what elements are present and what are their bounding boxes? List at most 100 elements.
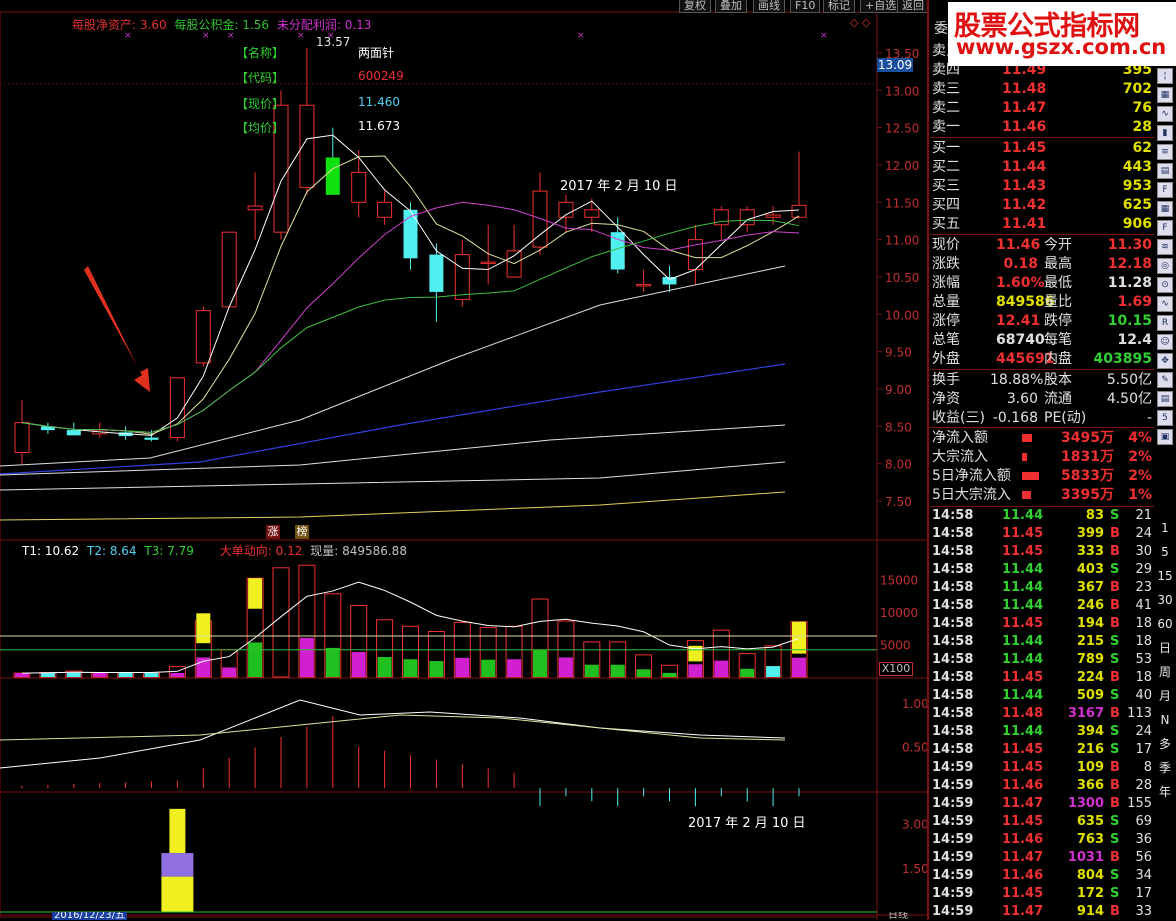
- move-icon[interactable]: ✥: [1157, 353, 1173, 369]
- trade-time: 14:58: [932, 742, 974, 757]
- trade-row[interactable]: 14:59 11.45 172 S 17: [930, 885, 1154, 903]
- lines-icon[interactable]: ≋: [1157, 239, 1173, 255]
- trade-row[interactable]: 14:58 11.45 194 B 18: [930, 615, 1154, 633]
- trade-row[interactable]: 14:59 11.45 635 S 69: [930, 813, 1154, 831]
- trade-row[interactable]: 14:58 11.44 403 S 29: [930, 561, 1154, 579]
- tick-icon[interactable]: ¦: [1157, 68, 1173, 84]
- stats-row: 收益(三) -0.168 PE(动) -: [930, 409, 1154, 428]
- toolbar-button-5[interactable]: +自选: [860, 0, 902, 13]
- trade-row[interactable]: 14:59 11.47 1300 B 155: [930, 795, 1154, 813]
- trade-row[interactable]: 14:58 11.45 224 B 18: [930, 669, 1154, 687]
- period-button-1[interactable]: 5: [1156, 544, 1174, 560]
- signal-date-annotation: 2017 年 2 月 10 日: [688, 816, 806, 831]
- book-price: 11.42: [1002, 197, 1047, 213]
- pen-icon[interactable]: ✎: [1157, 372, 1173, 388]
- toolbar-button-3[interactable]: F10: [790, 0, 821, 13]
- target-icon[interactable]: ⊙: [1157, 277, 1173, 293]
- info-value-price: 11.460: [358, 95, 400, 109]
- trade-price: 11.46: [1002, 868, 1044, 883]
- kline-chart[interactable]: 13.5013.0012.5012.0011.5011.0010.5010.00…: [0, 0, 930, 920]
- buy-level-4[interactable]: 买四 11.42 625: [930, 196, 1154, 215]
- box-icon[interactable]: ▣: [1157, 429, 1173, 445]
- trade-row[interactable]: 14:58 11.44 789 S 53: [930, 651, 1154, 669]
- period-button-4[interactable]: 60: [1156, 616, 1174, 632]
- trade-row[interactable]: 14:58 11.44 394 S 24: [930, 723, 1154, 741]
- trade-count: 53: [1135, 652, 1152, 667]
- sell-level-2[interactable]: 卖二 11.47 76: [930, 99, 1154, 118]
- top-marker: ×: [820, 31, 828, 41]
- toolbar-button-6[interactable]: 返回: [897, 0, 929, 13]
- period-button-10[interactable]: 季: [1156, 760, 1174, 776]
- trade-row[interactable]: 14:58 11.45 333 B 30: [930, 543, 1154, 561]
- line-chart-icon[interactable]: ∿: [1157, 106, 1173, 122]
- period-button-9[interactable]: 多: [1156, 736, 1174, 752]
- signal-bar-mid: [161, 853, 194, 877]
- book-price: 11.41: [1002, 216, 1047, 232]
- buy-level-2[interactable]: 买二 11.44 443: [930, 158, 1154, 177]
- trade-row[interactable]: 14:58 11.48 3167 B 113: [930, 705, 1154, 723]
- flow-bar: [1022, 434, 1032, 442]
- trade-row[interactable]: 14:59 11.46 763 S 36: [930, 831, 1154, 849]
- rsi-icon[interactable]: R: [1157, 315, 1173, 331]
- trade-time: 14:58: [932, 616, 974, 631]
- sell-level-3[interactable]: 卖三 11.48 702: [930, 80, 1154, 99]
- doc2-icon[interactable]: ▤: [1157, 391, 1173, 407]
- list-icon[interactable]: ≡: [1157, 144, 1173, 160]
- book-price: 11.47: [1002, 100, 1047, 116]
- trade-row[interactable]: 14:59 11.47 914 B 33: [930, 903, 1154, 921]
- period-button-11[interactable]: 年: [1156, 784, 1174, 800]
- trade-row[interactable]: 14:58 11.44 246 B 41: [930, 597, 1154, 615]
- buy-level-1[interactable]: 买一 11.45 62: [930, 139, 1154, 158]
- f10b-icon[interactable]: F: [1157, 220, 1173, 236]
- period-button-6[interactable]: 周: [1156, 664, 1174, 680]
- quote-value: 10.15: [1107, 313, 1152, 329]
- f5-icon[interactable]: 5: [1157, 410, 1173, 426]
- doc-icon[interactable]: ▤: [1157, 163, 1173, 179]
- period-button-5[interactable]: 日: [1156, 640, 1174, 656]
- trade-price: 11.45: [1002, 544, 1044, 559]
- period-button-0[interactable]: 1: [1156, 520, 1174, 536]
- book-volume: 443: [1122, 159, 1152, 175]
- toolbar-button-4[interactable]: 标记: [823, 0, 855, 13]
- book-volume: 906: [1122, 216, 1152, 232]
- trade-row[interactable]: 14:59 11.46 366 B 28: [930, 777, 1154, 795]
- trade-row[interactable]: 14:58 11.45 399 B 24: [930, 525, 1154, 543]
- period-button-8[interactable]: N: [1156, 712, 1174, 728]
- diamond-icon[interactable]: ◇ ◇: [850, 16, 870, 29]
- trade-row[interactable]: 14:58 11.44 367 B 23: [930, 579, 1154, 597]
- person-icon[interactable]: ☺: [1157, 334, 1173, 350]
- buy-level-5[interactable]: 买五 11.41 906: [930, 215, 1154, 234]
- info-value-name: 两面针: [358, 46, 395, 60]
- period-button-3[interactable]: 30: [1156, 592, 1174, 608]
- toolbar-button-0[interactable]: 复权: [679, 0, 711, 13]
- trade-volume: 215: [1076, 634, 1104, 649]
- wave-icon[interactable]: ∿: [1157, 296, 1173, 312]
- trade-row[interactable]: 14:58 11.44 509 S 40: [930, 687, 1154, 705]
- grid-icon[interactable]: ▦: [1157, 87, 1173, 103]
- trade-row[interactable]: 14:59 11.45 109 B 8: [930, 759, 1154, 777]
- quote-value: 11.46: [996, 237, 1041, 253]
- toolbar-button-2[interactable]: 画线: [753, 0, 785, 13]
- trade-time: 14:58: [932, 670, 974, 685]
- book-label: 卖一: [932, 119, 960, 135]
- trade-volume: 83: [1085, 508, 1104, 523]
- period-button-7[interactable]: 月: [1156, 688, 1174, 704]
- volume-bar-fill: [766, 666, 781, 677]
- buy-level-3[interactable]: 买三 11.43 953: [930, 177, 1154, 196]
- table-icon[interactable]: ▦: [1157, 201, 1173, 217]
- sell-level-1[interactable]: 卖一 11.46 28: [930, 118, 1154, 137]
- trade-row[interactable]: 14:59 11.47 1031 B 56: [930, 849, 1154, 867]
- toolbar-button-1[interactable]: 叠加: [715, 0, 747, 13]
- circle-icon[interactable]: ◎: [1157, 258, 1173, 274]
- candle-body-up: [454, 254, 470, 300]
- trade-row[interactable]: 14:58 11.44 83 S 21: [930, 507, 1154, 525]
- trade-row[interactable]: 14:58 11.45 216 S 17: [930, 741, 1154, 759]
- f10-icon[interactable]: F: [1157, 182, 1173, 198]
- high-price-marker: 13.57: [316, 35, 351, 49]
- book-volume: 702: [1122, 81, 1152, 97]
- trade-row[interactable]: 14:59 11.46 804 S 34: [930, 867, 1154, 885]
- stats-label: PE(动): [1044, 410, 1087, 426]
- trade-row[interactable]: 14:58 11.44 215 S 18: [930, 633, 1154, 651]
- period-button-2[interactable]: 15: [1156, 568, 1174, 584]
- bar-chart-icon[interactable]: ▮: [1157, 125, 1173, 141]
